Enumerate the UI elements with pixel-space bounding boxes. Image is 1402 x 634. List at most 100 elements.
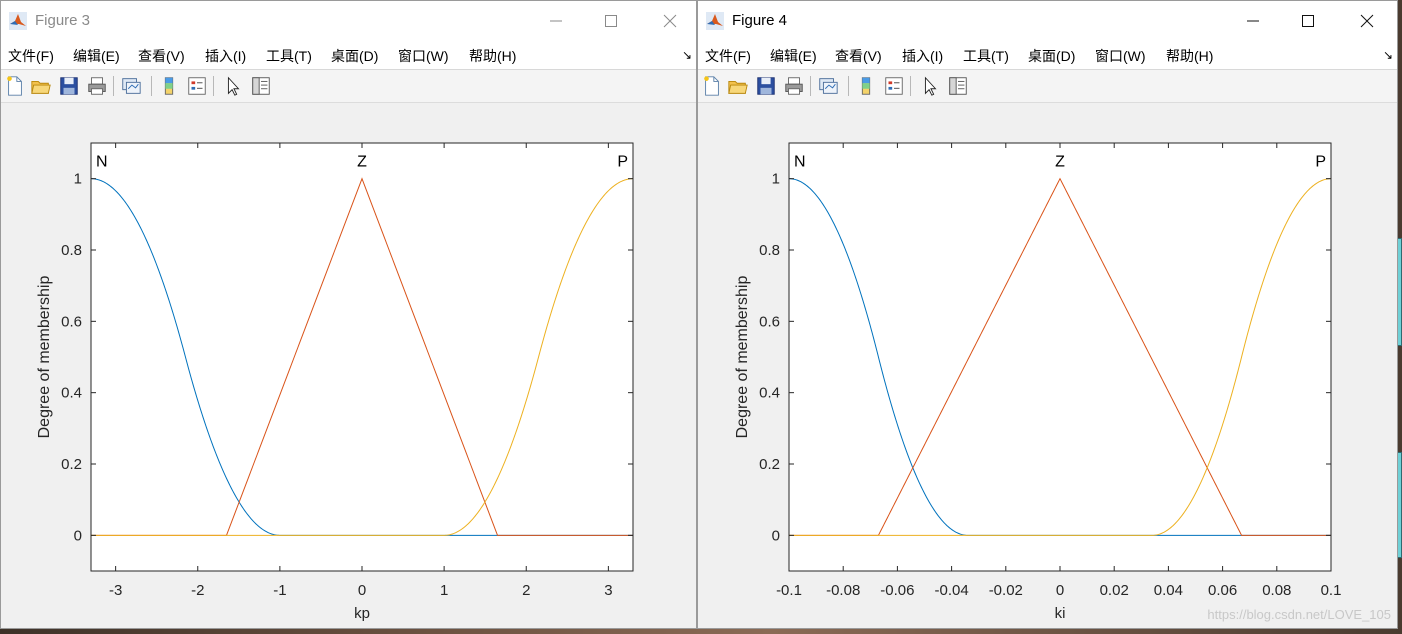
save-button[interactable] [57,74,81,98]
save-icon [757,77,775,95]
y-tick-label: 0.2 [61,456,82,473]
minimize-icon [1247,20,1259,22]
x-tick-label: -0.08 [826,582,860,599]
close-icon [1360,14,1374,28]
maximize-button[interactable] [1285,1,1331,41]
mf-label-P: P [1315,154,1326,171]
new-file-button[interactable] [3,74,27,98]
minimize-button[interactable] [1230,1,1276,41]
print-button[interactable] [85,74,109,98]
x-tick-label: 0 [358,582,366,599]
window-title: Figure 3 [35,12,91,29]
link-plot-icon [819,78,838,94]
minimize-icon [550,20,562,22]
menu-view[interactable]: 查看(V) [138,46,185,66]
save-icon [60,77,78,95]
figure3-window: Figure 3 文件(F) 编辑(E) 查看(V) 插入(I) 工具(T) 桌… [0,0,697,629]
menu-tools[interactable]: 工具(T) [963,46,1009,66]
legend-button[interactable] [185,74,209,98]
link-plot-icon [122,78,141,94]
menu-help[interactable]: 帮助(H) [1166,46,1213,66]
save-button[interactable] [754,74,778,98]
x-tick-label: 3 [604,582,612,599]
close-button[interactable] [647,1,693,41]
pointer-button[interactable] [221,74,245,98]
print-button[interactable] [782,74,806,98]
y-axis-label: Degree of membership [36,276,53,439]
open-folder-button[interactable] [29,74,53,98]
mf-label-P: P [617,154,628,171]
x-tick-label: -2 [191,582,204,599]
x-tick-label: 0.08 [1262,582,1291,599]
y-tick-label: 1 [772,171,780,188]
title-bar[interactable]: Figure 4 [698,1,1397,41]
x-tick-label: 1 [440,582,448,599]
menu-edit[interactable]: 编辑(E) [73,46,120,66]
menu-bar: 文件(F) 编辑(E) 查看(V) 插入(I) 工具(T) 桌面(D) 窗口(W… [698,41,1397,70]
menu-overflow-arrow-icon[interactable]: ↘ [682,48,692,62]
menu-file[interactable]: 文件(F) [705,46,751,66]
menu-insert[interactable]: 插入(I) [205,46,246,66]
x-tick-label: -0.02 [989,582,1023,599]
toolbar-separator [151,76,152,96]
pointer-button[interactable] [918,74,942,98]
property-editor-button[interactable] [946,74,970,98]
figure-canvas: 0 0.2 0.4 0.6 0.8 1 -3 -2 -1 0 1 2 3 N Z Pkp Degree of m… [1,103,696,628]
axes-background [91,143,633,571]
maximize-button[interactable] [588,1,634,41]
new-file-icon [7,76,22,96]
new-file-button[interactable] [700,74,724,98]
title-bar[interactable]: Figure 3 [1,1,696,41]
mf-label-N: N [96,154,108,171]
link-plot-button[interactable] [816,74,840,98]
pointer-icon [924,76,937,96]
menu-insert[interactable]: 插入(I) [902,46,943,66]
colorbar-button[interactable] [157,74,181,98]
menu-file[interactable]: 文件(F) [8,46,54,66]
menu-tools[interactable]: 工具(T) [266,46,312,66]
property-editor-icon [949,77,967,95]
figure-canvas: 0 0.2 0.4 0.6 0.8 1 -0.1 -0.08 -0.06 -0.04 -0.02 0 0… [698,103,1397,628]
x-axis-label: kp [354,605,370,622]
menu-view[interactable]: 查看(V) [835,46,882,66]
toolbar-separator [213,76,214,96]
legend-button[interactable] [882,74,906,98]
y-tick-label: 0 [74,527,82,544]
menu-window[interactable]: 窗口(W) [398,46,449,66]
y-tick-label: 0.2 [759,456,780,473]
x-tick-label: 0.04 [1154,582,1183,599]
matlab-logo-icon [9,12,27,30]
open-folder-button[interactable] [726,74,750,98]
x-tick-label: 0.02 [1100,582,1129,599]
matlab-logo-icon [706,12,724,30]
x-tick-label: -0.04 [934,582,968,599]
x-tick-label: 2 [522,582,530,599]
close-button[interactable] [1344,1,1390,41]
y-axis-label: Degree of membership [734,276,751,439]
minimize-button[interactable] [533,1,579,41]
menu-overflow-arrow-icon[interactable]: ↘ [1383,48,1393,62]
toolbar-separator [810,76,811,96]
property-editor-button[interactable] [249,74,273,98]
menu-bar: 文件(F) 编辑(E) 查看(V) 插入(I) 工具(T) 桌面(D) 窗口(W… [1,41,696,70]
pointer-icon [227,76,240,96]
mf-label-Z: Z [1055,154,1065,171]
maximize-icon [1302,15,1314,27]
x-tick-label: 0.06 [1208,582,1237,599]
y-tick-label: 0.4 [759,385,780,402]
y-tick-label: 1 [74,171,82,188]
mf-label-Z: Z [357,154,367,171]
membership-plot: 0 0.2 0.4 0.6 0.8 1 -3 -2 -1 0 1 2 3 N Z Pkp Degree of m… [36,142,634,622]
x-axis-label: ki [1055,605,1066,622]
menu-window[interactable]: 窗口(W) [1095,46,1146,66]
menu-help[interactable]: 帮助(H) [469,46,516,66]
x-tick-label: -3 [109,582,122,599]
colorbar-icon [861,77,871,95]
link-plot-button[interactable] [119,74,143,98]
close-icon [663,14,677,28]
colorbar-button[interactable] [854,74,878,98]
menu-edit[interactable]: 编辑(E) [770,46,817,66]
menu-desktop[interactable]: 桌面(D) [1028,46,1075,66]
toolbar-separator [113,76,114,96]
menu-desktop[interactable]: 桌面(D) [331,46,378,66]
